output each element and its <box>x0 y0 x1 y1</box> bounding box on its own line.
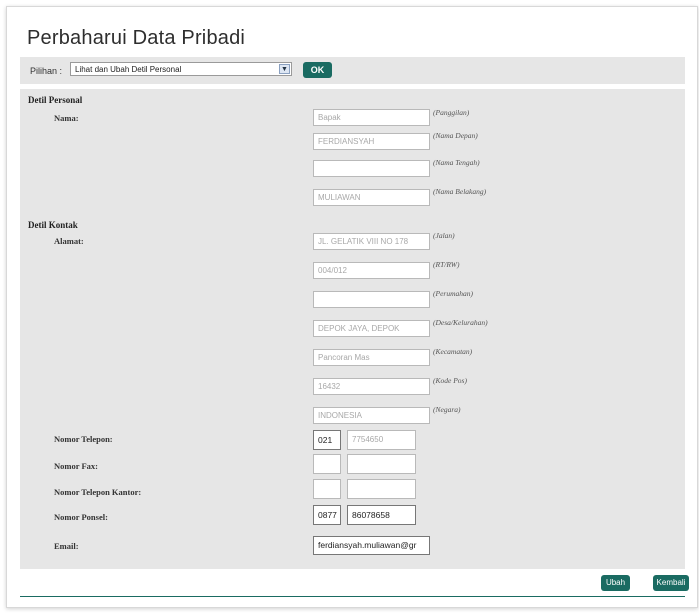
perumahan-input[interactable] <box>313 291 430 308</box>
jalan-hint: (Jalan) <box>433 231 455 240</box>
footer-divider <box>20 596 685 597</box>
nama-tengah-hint: (Nama Tengah) <box>433 158 480 167</box>
ok-button[interactable]: OK <box>303 62 332 78</box>
kantor-area-input[interactable] <box>313 479 341 499</box>
kelurahan-hint: (Desa/Kelurahan) <box>433 318 488 327</box>
rtrw-hint: (RT/RW) <box>433 260 460 269</box>
kantor-number-input[interactable] <box>347 479 416 499</box>
negara-input[interactable]: INDONESIA <box>313 407 430 424</box>
pilihan-select[interactable]: Lihat dan Ubah Detil Personal ▼ <box>70 62 292 76</box>
panggilan-input[interactable]: Bapak <box>313 109 430 126</box>
pilihan-label: Pilihan : <box>30 66 63 76</box>
negara-hint: (Negara) <box>433 405 461 414</box>
nama-label: Nama: <box>54 113 79 123</box>
email-input[interactable]: ferdiansyah.muliawan@gr <box>313 536 430 555</box>
rtrw-input[interactable]: 004/012 <box>313 262 430 279</box>
pilihan-select-value: Lihat dan Ubah Detil Personal <box>75 65 182 74</box>
fax-label: Nomor Fax: <box>54 461 98 471</box>
ponsel-label: Nomor Ponsel: <box>54 512 108 522</box>
alamat-label: Alamat: <box>54 236 84 246</box>
page-title: Perbaharui Data Pribadi <box>27 27 246 49</box>
panggilan-hint: (Panggilan) <box>433 108 470 117</box>
kode-pos-input[interactable]: 16432 <box>313 378 430 395</box>
ponsel-area-input[interactable]: 0877 <box>313 505 341 525</box>
nama-depan-hint: (Nama Depan) <box>433 131 478 140</box>
telepon-area-input[interactable]: 021 <box>313 430 341 450</box>
telepon-number-input[interactable]: 7754650 <box>347 430 416 450</box>
nama-tengah-input[interactable] <box>313 160 430 177</box>
fax-area-input[interactable] <box>313 454 341 474</box>
kecamatan-hint: (Kecamatan) <box>433 347 473 356</box>
kelurahan-input[interactable]: DEPOK JAYA, DEPOK <box>313 320 430 337</box>
section-personal: Detil Personal <box>28 95 83 105</box>
perumahan-hint: (Perumahan) <box>433 289 473 298</box>
telepon-label: Nomor Telepon: <box>54 434 113 444</box>
selection-bar: Pilihan : Lihat dan Ubah Detil Personal … <box>20 57 685 84</box>
kantor-label: Nomor Telepon Kantor: <box>54 487 142 497</box>
form-panel: Detil Personal Nama: Bapak (Panggilan) F… <box>20 89 685 569</box>
nama-belakang-input[interactable]: MULIAWAN <box>313 189 430 206</box>
kembali-button[interactable]: Kembali <box>653 575 689 591</box>
kode-pos-hint: (Kode Pos) <box>433 376 467 385</box>
chevron-down-icon[interactable]: ▼ <box>279 64 290 74</box>
fax-number-input[interactable] <box>347 454 416 474</box>
ubah-button[interactable]: Ubah <box>601 575 630 591</box>
section-kontak: Detil Kontak <box>28 220 78 230</box>
email-label: Email: <box>54 541 79 551</box>
kecamatan-input[interactable]: Pancoran Mas <box>313 349 430 366</box>
nama-depan-input[interactable]: FERDIANSYAH <box>313 133 430 150</box>
ponsel-number-input[interactable]: 86078658 <box>347 505 416 525</box>
nama-belakang-hint: (Nama Belakang) <box>433 187 487 196</box>
jalan-input[interactable]: JL. GELATIK VIII NO 178 <box>313 233 430 250</box>
